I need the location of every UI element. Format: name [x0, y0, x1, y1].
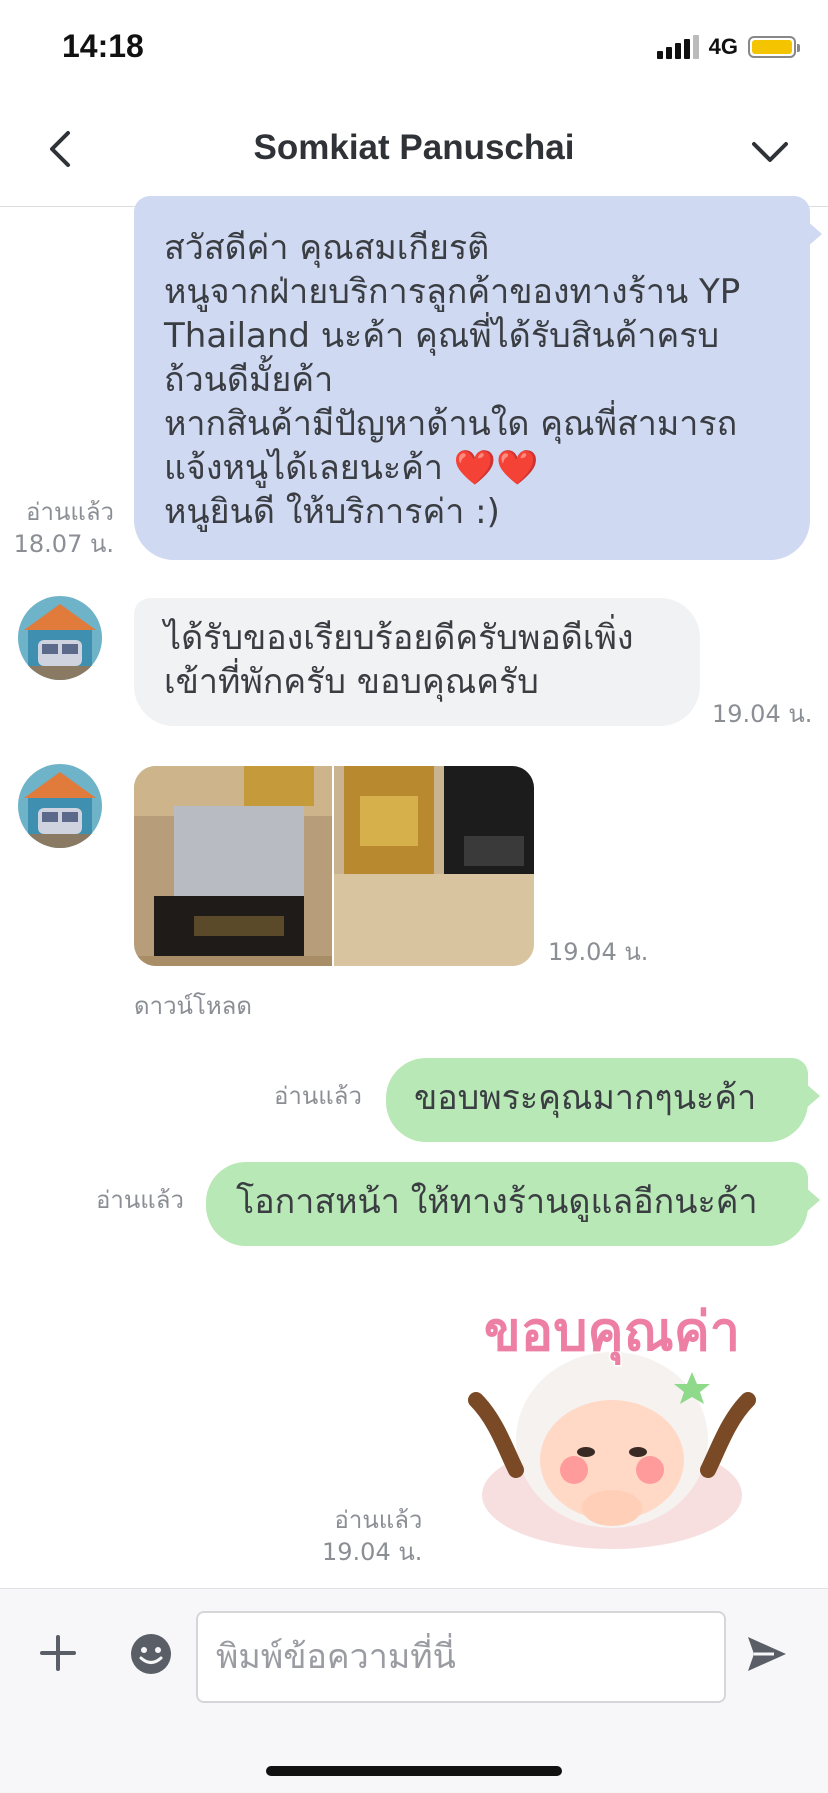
read-receipt: อ่านแล้ว	[334, 1506, 423, 1534]
avatar[interactable]	[18, 764, 102, 848]
message-time: 19.04 น.	[548, 938, 649, 966]
message-meta: อ่านแล้ว 19.04 น.	[322, 1504, 422, 1568]
read-receipt: อ่านแล้ว	[26, 498, 114, 526]
message-bubble-sent[interactable]: โอกาสหน้า ให้ทางร้านดูแลอีกนะค้า	[206, 1162, 808, 1246]
photo-thumbnail[interactable]	[134, 766, 332, 966]
message-text: ขอบพระคุณมากๆนะค้า	[414, 1078, 757, 1118]
photo-image	[134, 766, 332, 966]
dropdown-chevron-icon[interactable]	[746, 128, 794, 176]
message-input[interactable]	[196, 1611, 726, 1703]
status-time: 14:18	[62, 28, 144, 64]
avatar[interactable]	[18, 596, 102, 680]
sticker-text: ขอบคุณค่า	[484, 1300, 740, 1366]
message-input-field[interactable]	[198, 1613, 724, 1701]
message-text: โอกาสหน้า ให้ทางร้านดูแลอีกนะค้า	[236, 1182, 758, 1222]
emoji-icon[interactable]	[130, 1633, 172, 1675]
photo-thumbnail[interactable]	[334, 766, 534, 966]
sticker[interactable]: ขอบคุณค่า	[456, 1280, 768, 1550]
message-bubble-sent[interactable]: ขอบพระคุณมากๆนะค้า	[386, 1058, 808, 1142]
status-indicators: 4G	[656, 34, 800, 60]
bubble-tail	[806, 220, 822, 248]
message-line: เข้าที่พักครับ ขอบคุณครับ	[164, 662, 539, 702]
message-time: 18.07 น.	[13, 530, 114, 558]
send-icon[interactable]	[744, 1631, 790, 1677]
avatar-image	[18, 596, 102, 680]
message-input-bar	[0, 1588, 828, 1793]
message-line: หากสินค้ามีปัญหาด้านใด คุณพี่สามารถ	[164, 404, 738, 444]
photo-image	[334, 766, 534, 966]
message-time: 19.04 น.	[712, 700, 813, 728]
download-link[interactable]: ดาวน์โหลด	[134, 990, 252, 1022]
message-line: ได้รับของเรียบร้อยดีครับพอดีเพิ่ง	[164, 618, 634, 658]
bubble-tail	[804, 1186, 820, 1214]
plus-icon[interactable]	[38, 1633, 78, 1673]
message-time: 19.04 น.	[322, 1538, 423, 1566]
read-receipt: อ่านแล้ว	[96, 1186, 184, 1214]
message-meta: อ่านแล้ว 18.07 น.	[12, 496, 114, 560]
message-line: Thailand นะค้า คุณพี่ได้รับสินค้าครบ	[164, 316, 720, 356]
network-label: 4G	[708, 34, 738, 59]
bubble-tail	[804, 1082, 820, 1110]
read-receipt: อ่านแล้ว	[274, 1082, 362, 1110]
home-indicator	[266, 1766, 562, 1776]
message-line: แจ้งหนูได้เลยนะค้า ❤️❤️	[164, 448, 539, 488]
sticker-image: ขอบคุณค่า	[468, 1299, 756, 1549]
message-line: ถ้วนดีมั้ยค้า	[164, 360, 334, 400]
signal-icon	[656, 35, 699, 59]
message-bubble-sent[interactable]: สวัสดีค่า คุณสมเกียรติ หนูจากฝ่ายบริการล…	[134, 196, 810, 560]
chat-title[interactable]: Somkiat Panuschai	[0, 128, 828, 168]
message-line: หนูจากฝ่ายบริการลูกค้าของทางร้าน YP	[164, 272, 741, 312]
message-line: หนูยินดี ให้บริการค่า :)	[164, 492, 500, 532]
message-line: สวัสดีค่า คุณสมเกียรติ	[164, 228, 490, 268]
avatar-image	[18, 764, 102, 848]
message-bubble-received[interactable]: ได้รับของเรียบร้อยดีครับพอดีเพิ่ง เข้าที…	[134, 598, 700, 726]
battery-icon	[748, 36, 800, 58]
chat-header: Somkiat Panuschai	[0, 100, 828, 207]
